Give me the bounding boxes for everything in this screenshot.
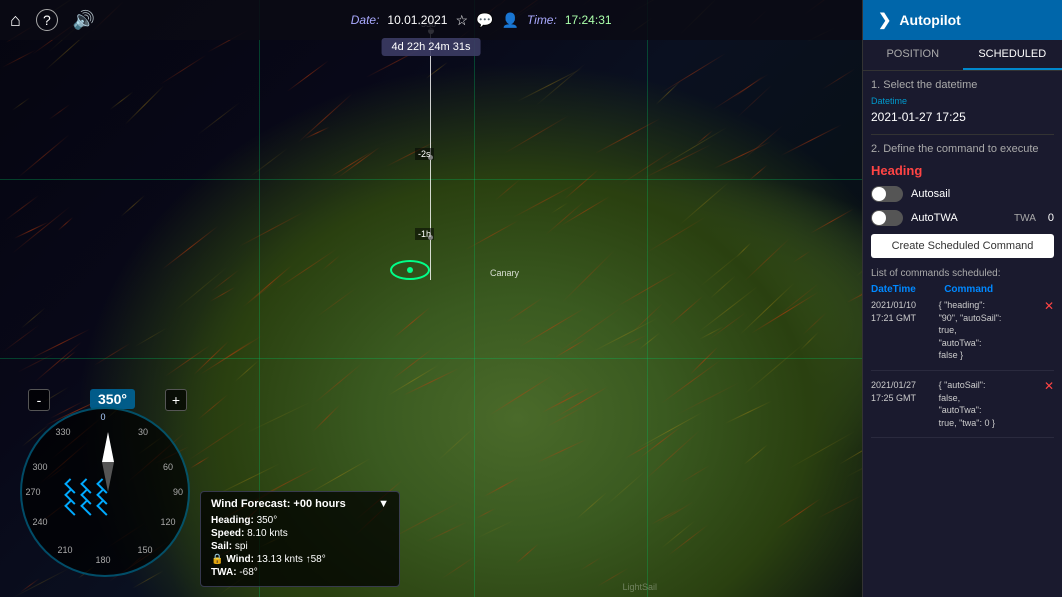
countdown-badge: 4d 22h 24m 31s [382, 38, 481, 56]
autopilot-panel: ❯ Autopilot POSITION SCHEDULED 1. Select… [862, 0, 1062, 597]
deg-300: 300 [30, 462, 50, 472]
date-time-block: Date: 10.01.2021 ☆ 💬 👤 Time: 17:24:31 [110, 12, 852, 29]
route-label-2: -2s [415, 148, 434, 160]
create-scheduled-command-button[interactable]: Create Scheduled Command [871, 234, 1054, 258]
cmd-datetime-1: 2021/01/1017:21 GMT [871, 299, 939, 324]
wind-heading-row: Heading: 350° [211, 515, 389, 526]
section1-title: 1. Select the datetime [871, 79, 1054, 91]
lock-icon: 🔒 [211, 554, 223, 565]
deg-210: 210 [55, 545, 75, 555]
deg-0: 0 [93, 412, 113, 422]
command-row-2: 2021/01/2717:25 GMT { "autoSail":false,"… [871, 379, 1054, 438]
autopilot-content: 1. Select the datetime Datetime 2021-01-… [863, 71, 1062, 597]
deg-30: 30 [133, 427, 153, 437]
star-icon[interactable]: ☆ [455, 12, 468, 29]
command-row-1: 2021/01/1017:21 GMT { "heading":"90", "a… [871, 299, 1054, 371]
deg-120: 120 [158, 517, 178, 527]
wind-wind-row: 🔒 Wind: 13.13 knts ↑58° [211, 554, 389, 565]
deg-90: 90 [168, 487, 188, 497]
top-bar: ⌂ ? 🔊 Date: 10.01.2021 ☆ 💬 👤 Time: 17:24… [0, 0, 862, 40]
compass-area: - 350° + 0 30 60 90 120 150 180 210 240 … [20, 407, 215, 587]
help-icon[interactable]: ? [36, 9, 58, 31]
twa-field-label: TWA [1014, 213, 1036, 224]
date-label: Date: [351, 13, 380, 27]
autopilot-arrow-icon[interactable]: ❯ [878, 10, 891, 30]
autotwa-label: AutoTWA [911, 212, 958, 224]
col-command-header: Command [944, 284, 1054, 295]
time-label: Time: [527, 13, 557, 27]
sound-icon[interactable]: 🔊 [73, 10, 95, 31]
section2-title: 2. Define the command to execute [871, 143, 1054, 155]
cmd-datetime-2: 2021/01/2717:25 GMT [871, 379, 939, 404]
compass-minus-button[interactable]: - [28, 389, 50, 411]
deg-270: 270 [23, 487, 43, 497]
deg-60: 60 [158, 462, 178, 472]
wind-speed-label: Speed: [211, 528, 244, 539]
compass-chevrons [65, 482, 111, 512]
autopilot-title: Autopilot [899, 12, 960, 28]
wind-forecast-title: Wind Forecast: +00 hours [211, 498, 346, 510]
autosail-knob [872, 187, 886, 201]
wind-wind-label: Wind: [226, 554, 254, 565]
wind-twa-row: TWA: -68° [211, 567, 389, 578]
autotwa-knob [872, 211, 886, 225]
heading-section-label: Heading [871, 163, 1054, 178]
chat-icon[interactable]: 💬 [476, 12, 493, 29]
grid-line-v2 [474, 0, 475, 597]
grid-line-v3 [647, 0, 648, 597]
wind-speed-row: Speed: 8.10 knts [211, 528, 389, 539]
cmd-delete-1-icon[interactable]: ✕ [1044, 299, 1054, 313]
time-value: 17:24:31 [565, 13, 612, 27]
section-divider [871, 134, 1054, 135]
cmd-list-header: List of commands scheduled: [871, 268, 1054, 279]
datetime-field-value: 2021-01-27 17:25 [871, 108, 1054, 126]
autopilot-tabs: POSITION SCHEDULED [863, 40, 1062, 71]
user-icon[interactable]: 👤 [501, 12, 518, 29]
wind-forecast-box: Wind Forecast: +00 hours ▼ Heading: 350°… [200, 491, 400, 587]
heading-display: 350° [90, 389, 135, 409]
twa-field-value: 0 [1048, 212, 1054, 224]
autotwa-toggle[interactable] [871, 210, 903, 226]
wind-heading-label: Heading: [211, 515, 254, 526]
autopilot-header: ❯ Autopilot [863, 0, 1062, 40]
wind-sail-row: Sail: spi [211, 541, 389, 552]
wind-sail-value: spi [235, 541, 248, 552]
wind-heading-value: 350° [257, 515, 278, 526]
tab-scheduled[interactable]: SCHEDULED [963, 40, 1062, 70]
wind-sail-label: Sail: [211, 541, 232, 552]
autosail-label: Autosail [911, 188, 950, 200]
deg-240: 240 [30, 517, 50, 527]
autotwa-row: AutoTWA TWA 0 [871, 210, 1054, 226]
canary-label: Canary [490, 268, 519, 278]
wind-twa-label: TWA: [211, 567, 237, 578]
wind-twa-value: -68° [239, 567, 257, 578]
grid-line-h1 [0, 179, 862, 180]
datetime-field-label: Datetime [871, 96, 1054, 106]
deg-150: 150 [135, 545, 155, 555]
compass-plus-button[interactable]: + [165, 389, 187, 411]
compass-north-arrow [102, 432, 114, 462]
grid-line-h2 [0, 358, 862, 359]
map-area: -33b -2s -1h Canary ⌂ ? 🔊 Date: 10.01.20… [0, 0, 862, 597]
vessel-dot [407, 267, 413, 273]
deg-330: 330 [53, 427, 73, 437]
watermark: LightSail [622, 582, 657, 592]
wind-wind-value: 13.13 knts ↑58° [257, 554, 326, 565]
wind-forecast-dropdown-icon[interactable]: ▼ [378, 498, 389, 510]
cmd-text-1: { "heading":"90", "autoSail":true,"autoT… [939, 299, 1040, 362]
col-datetime-header: DateTime [871, 284, 944, 295]
cmd-text-2: { "autoSail":false,"autoTwa":true, "twa"… [939, 379, 1040, 429]
route-label-3: -1h [415, 228, 434, 240]
home-icon[interactable]: ⌂ [10, 10, 21, 31]
date-value: 10.01.2021 [387, 13, 447, 27]
compass-container: - 350° + 0 30 60 90 120 150 180 210 240 … [20, 407, 195, 582]
cmd-table-header: DateTime Command [871, 284, 1054, 295]
deg-180: 180 [93, 555, 113, 565]
wind-speed-value: 8.10 knts [247, 528, 288, 539]
wind-forecast-header: Wind Forecast: +00 hours ▼ [211, 498, 389, 510]
autosail-toggle[interactable] [871, 186, 903, 202]
autosail-row: Autosail [871, 186, 1054, 202]
tab-position[interactable]: POSITION [863, 40, 963, 70]
cmd-delete-2-icon[interactable]: ✕ [1044, 379, 1054, 393]
